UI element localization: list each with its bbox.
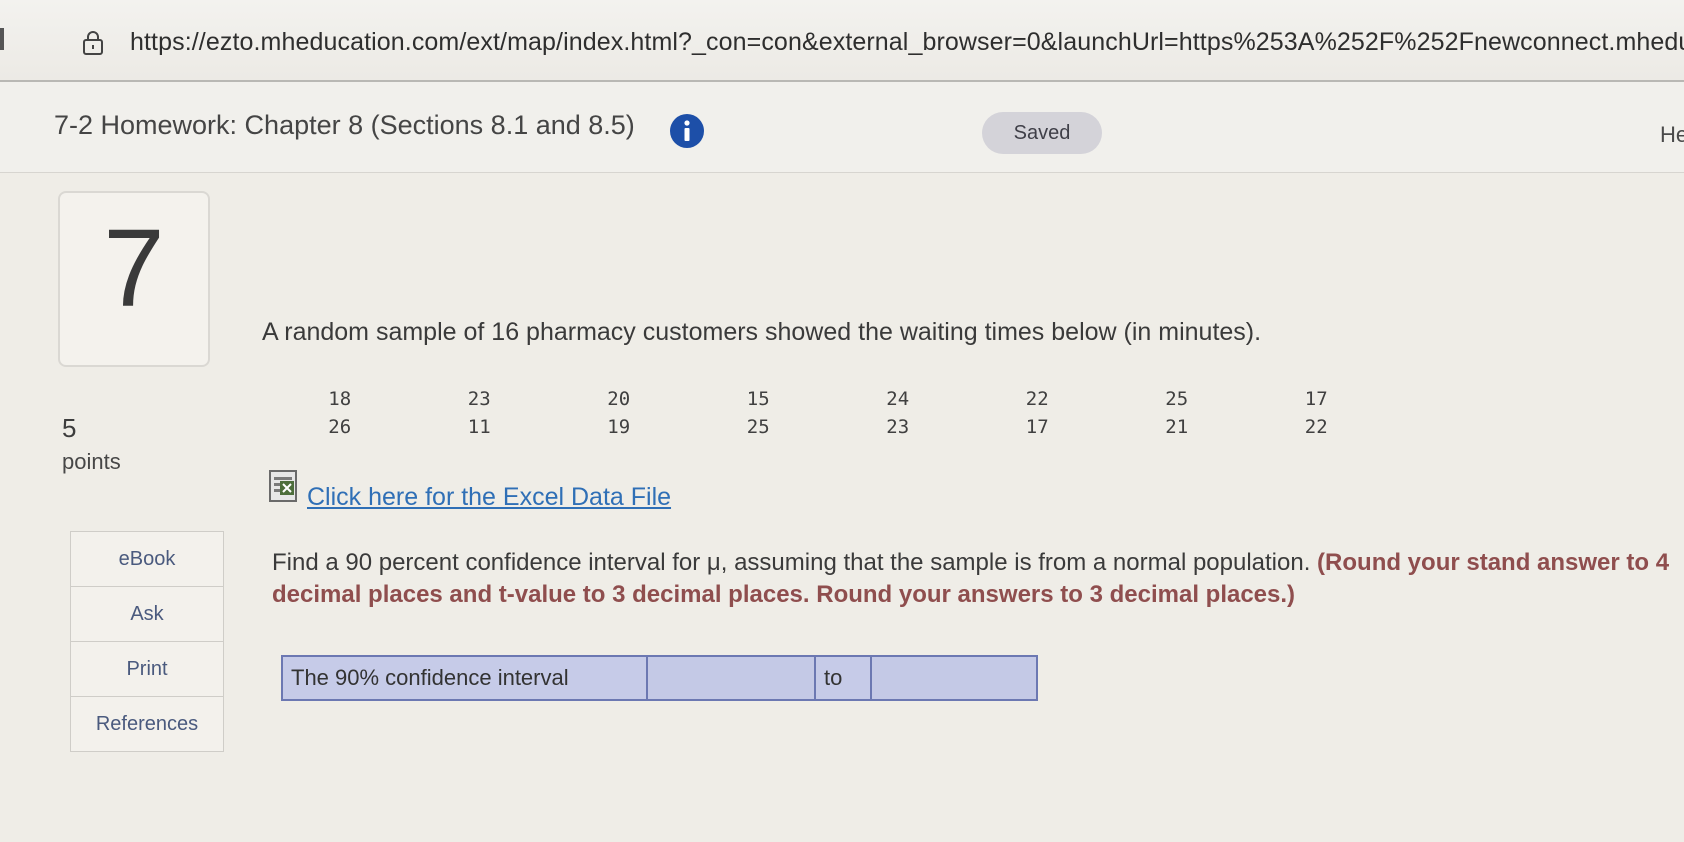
excel-data-file-link[interactable]: Click here for the Excel Data File: [307, 483, 671, 512]
help-link[interactable]: He: [1660, 122, 1684, 148]
lock-icon[interactable]: [80, 30, 106, 56]
table-cell: 11: [467, 416, 491, 438]
question-area: 7 5 points A random sample of 16 pharmac…: [0, 173, 1684, 842]
table-cell: 17: [1304, 388, 1328, 410]
table-row: 26 11 19 25 23 17 21 22: [270, 413, 1386, 441]
info-icon[interactable]: [669, 113, 705, 149]
table-cell: 18: [328, 388, 352, 410]
saved-status-badge: Saved: [982, 112, 1102, 154]
table-cell: 25: [746, 416, 770, 438]
upper-bound-wrapper: [872, 657, 1036, 699]
question-number-box: 7: [58, 191, 210, 367]
points-value: 5: [62, 413, 77, 443]
points-label: points: [62, 449, 121, 474]
table-cell: 23: [467, 388, 491, 410]
answer-label: The 90% confidence interval: [283, 657, 648, 699]
upper-bound-input[interactable]: [872, 657, 1036, 699]
assignment-header: 7-2 Homework: Chapter 8 (Sections 8.1 an…: [0, 82, 1684, 173]
question-number: 7: [103, 207, 165, 330]
excel-file-icon[interactable]: [268, 469, 300, 503]
url-text[interactable]: https://ezto.mheducation.com/ext/map/ind…: [130, 28, 1684, 57]
table-cell: 24: [886, 388, 910, 410]
ask-button[interactable]: Ask: [71, 587, 223, 642]
instruction-text: Find a 90 percent confidence interval fo…: [272, 549, 1318, 576]
ebook-button[interactable]: eBook: [71, 532, 223, 587]
window-edge: [0, 28, 4, 50]
table-cell: 19: [607, 416, 631, 438]
table-cell: 15: [746, 388, 770, 410]
question-instruction: Find a 90 percent confidence interval fo…: [272, 547, 1684, 611]
table-cell: 23: [886, 416, 910, 438]
lower-bound-wrapper: [648, 657, 816, 699]
references-button[interactable]: References: [71, 697, 223, 751]
print-button[interactable]: Print: [71, 642, 223, 697]
table-cell: 25: [1165, 388, 1189, 410]
table-cell: 26: [328, 416, 352, 438]
question-text: A random sample of 16 pharmacy customers…: [262, 318, 1262, 346]
table-cell: 17: [1025, 416, 1049, 438]
table-cell: 22: [1304, 416, 1328, 438]
table-cell: 20: [607, 388, 631, 410]
table-cell: 22: [1025, 388, 1049, 410]
assignment-title: 7-2 Homework: Chapter 8 (Sections 8.1 an…: [54, 110, 635, 140]
address-bar[interactable]: https://ezto.mheducation.com/ext/map/ind…: [0, 0, 1684, 82]
lower-bound-input[interactable]: [648, 657, 816, 699]
waiting-times-table: 18 23 20 15 24 22 25 17 26 11 19 25 23 1…: [270, 385, 1386, 441]
table-row: 18 23 20 15 24 22 25 17: [270, 385, 1386, 413]
confidence-interval-answer-row: The 90% confidence interval to: [281, 655, 1038, 701]
answer-to-label: to: [816, 657, 872, 699]
table-cell: 21: [1165, 416, 1189, 438]
side-menu: eBook Ask Print References: [70, 531, 224, 752]
